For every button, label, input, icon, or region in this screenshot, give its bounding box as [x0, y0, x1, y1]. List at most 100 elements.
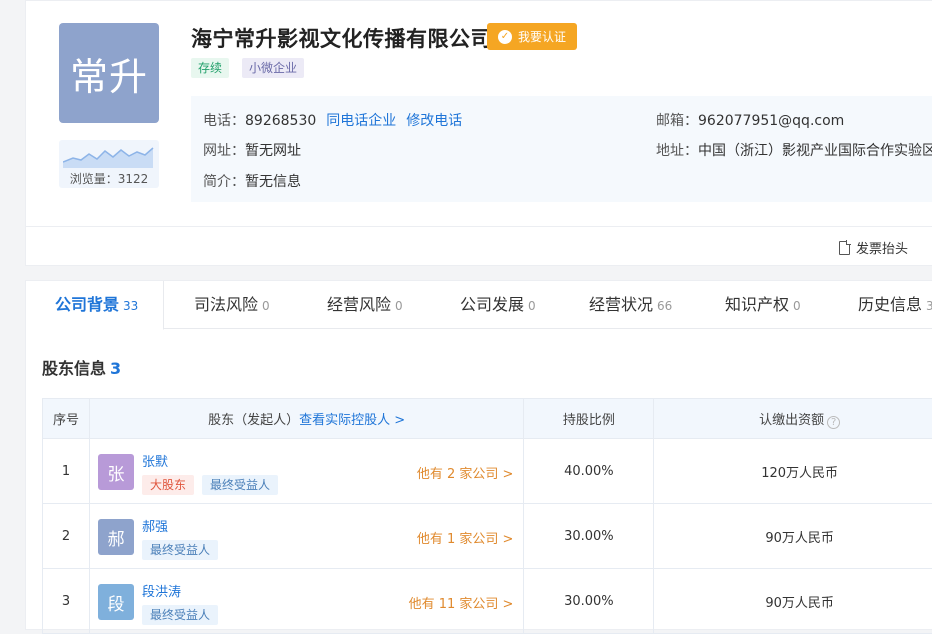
tab-label: 公司发展	[460, 295, 524, 314]
ratio-cell: 30.00%	[524, 569, 654, 634]
email-value[interactable]: 962077951@qq.com	[698, 113, 844, 129]
avatar[interactable]: 郝	[98, 519, 134, 555]
row-index: 1	[43, 439, 90, 504]
major-shareholder-badge: 大股东	[142, 475, 194, 495]
related-companies-link[interactable]: 他有 1 家公司 >	[417, 528, 514, 547]
verify-button-label: 我要认证	[518, 28, 566, 45]
tab-business-risk[interactable]: 经营风险 0	[327, 281, 403, 329]
views-sparkline-icon	[63, 142, 155, 168]
ratio-cell: 30.00%	[524, 504, 654, 569]
section-count: 3	[110, 359, 121, 378]
website-row: 网址：暂无网址	[203, 140, 301, 160]
capital-cell: 90万人民币	[654, 569, 932, 634]
company-name: 海宁常升影视文化传播有限公司	[191, 23, 492, 53]
shareholder-name-link[interactable]: 郝强	[142, 516, 168, 535]
tab-count: 0	[262, 299, 270, 313]
shareholder-header-label: 股东（发起人）	[208, 413, 299, 428]
phone-label: 电话：	[203, 113, 245, 129]
shareholder-tags: 最终受益人	[142, 540, 218, 560]
col-index-header: 序号	[43, 399, 90, 439]
company-header-card: 常升 浏览量：3122 海宁常升影视文化传播有限公司 ✓ 我要认证 存续 小微企…	[25, 0, 932, 266]
verified-check-icon: ✓	[498, 30, 512, 44]
shareholder-cell: 郝 郝强 最终受益人 他有 1 家公司 >	[89, 504, 523, 569]
tab-business-status[interactable]: 经营状况 66	[589, 281, 672, 329]
capital-header-label: 认缴出资额	[759, 413, 824, 428]
intro-label: 简介：	[203, 174, 245, 190]
tab-label: 公司背景	[55, 295, 119, 314]
email-label: 邮箱：	[656, 113, 698, 129]
ratio-cell: 40.00%	[524, 439, 654, 504]
row-index: 3	[43, 569, 90, 634]
edit-phone-link[interactable]: 修改电话	[406, 113, 462, 129]
tab-count: 3	[926, 299, 932, 313]
company-detail-card: 公司背景33 司法风险0 经营风险0 公司发展0 经营状况66 知识产权0 历史…	[25, 280, 932, 630]
tab-label: 经营状况	[589, 295, 653, 314]
beneficiary-badge: 最终受益人	[142, 605, 218, 625]
views-count: 浏览量：3122	[59, 170, 159, 187]
avatar[interactable]: 张	[98, 454, 134, 490]
view-controller-link[interactable]: 查看实际控股人 >	[299, 413, 405, 428]
address-label: 地址：	[656, 143, 698, 159]
tab-history[interactable]: 历史信息 3	[858, 281, 932, 329]
tab-bar: 公司背景 33 司法风险 0 经营风险 0 公司发展 0 经营状况 66 知识产权 0 历史…	[26, 281, 932, 329]
status-badge: 存续	[191, 58, 229, 78]
table-row: 1 张 张默 大股东 最终受益人 他有 2 家公司 > 40.00% 120万人…	[43, 439, 932, 504]
related-companies-link[interactable]: 他有 11 家公司 >	[409, 593, 514, 612]
size-badge: 小微企业	[242, 58, 304, 78]
table-header-row: 序号 股东（发起人）查看实际控股人 > 持股比例 认缴出资额?	[43, 399, 932, 439]
intro-row: 简介：暂无信息	[203, 171, 301, 191]
tab-intellectual-property[interactable]: 知识产权 0	[725, 281, 801, 329]
tab-company-background[interactable]: 公司背景 33	[55, 281, 138, 329]
beneficiary-badge: 最终受益人	[142, 540, 218, 560]
tab-label: 知识产权	[725, 295, 789, 314]
col-capital-header: 认缴出资额?	[654, 399, 932, 439]
phone-row: 电话：89268530 同电话企业修改电话	[203, 110, 462, 130]
shareholder-section-title: 股东信息3	[42, 355, 121, 379]
tab-count: 66	[657, 299, 672, 313]
website-label: 网址：	[203, 143, 245, 159]
tab-legal-risk[interactable]: 司法风险 0	[194, 281, 270, 329]
tab-count: 0	[528, 299, 536, 313]
shareholder-tags: 最终受益人	[142, 605, 218, 625]
tab-count: 0	[395, 299, 403, 313]
contact-info-box: 电话：89268530 同电话企业修改电话 邮箱：962077951@qq.com…	[191, 96, 932, 202]
related-companies-link[interactable]: 他有 2 家公司 >	[417, 463, 514, 482]
col-ratio-header: 持股比例	[524, 399, 654, 439]
beneficiary-badge: 最终受益人	[202, 475, 278, 495]
shareholder-cell: 段 段洪涛 最终受益人 他有 11 家公司 >	[89, 569, 523, 634]
tab-label: 司法风险	[194, 295, 258, 314]
invoice-title-label: 发票抬头	[856, 238, 908, 257]
avatar[interactable]: 段	[98, 584, 134, 620]
phone-value: 89268530	[245, 113, 316, 129]
verify-button[interactable]: ✓ 我要认证	[487, 23, 577, 50]
invoice-bar: 发票抬头	[26, 226, 932, 266]
shareholder-name-link[interactable]: 段洪涛	[142, 581, 181, 600]
tab-company-development[interactable]: 公司发展 0	[460, 281, 536, 329]
tab-count: 33	[123, 299, 138, 313]
email-row: 邮箱：962077951@qq.com	[656, 110, 844, 130]
section-title-text: 股东信息	[42, 359, 106, 378]
shareholder-tags: 大股东 最终受益人	[142, 475, 278, 495]
help-icon[interactable]: ?	[827, 416, 840, 429]
col-shareholder-header: 股东（发起人）查看实际控股人 >	[89, 399, 523, 439]
table-row: 2 郝 郝强 最终受益人 他有 1 家公司 > 30.00% 90万人民币	[43, 504, 932, 569]
capital-cell: 120万人民币	[654, 439, 932, 504]
row-index: 2	[43, 504, 90, 569]
intro-value: 暂无信息	[245, 174, 301, 190]
company-logo: 常升	[59, 23, 159, 123]
shareholder-table: 序号 股东（发起人）查看实际控股人 > 持股比例 认缴出资额? 1 张 张默 大…	[42, 398, 932, 634]
same-phone-link[interactable]: 同电话企业	[326, 113, 396, 129]
tab-label: 经营风险	[327, 295, 391, 314]
shareholder-cell: 张 张默 大股东 最终受益人 他有 2 家公司 >	[89, 439, 523, 504]
capital-cell: 90万人民币	[654, 504, 932, 569]
document-icon	[839, 241, 850, 255]
invoice-title-button[interactable]: 发票抬头	[839, 238, 908, 257]
website-value: 暂无网址	[245, 143, 301, 159]
tab-count: 0	[793, 299, 801, 313]
tab-label: 历史信息	[858, 295, 922, 314]
address-value: 中国（浙江）影视产业国际合作实验区	[698, 143, 932, 159]
shareholder-name-link[interactable]: 张默	[142, 451, 168, 470]
table-row: 3 段 段洪涛 最终受益人 他有 11 家公司 > 30.00% 90万人民币	[43, 569, 932, 634]
views-widget: 浏览量：3122	[59, 140, 159, 188]
address-row: 地址：中国（浙江）影视产业国际合作实验区	[656, 140, 932, 160]
